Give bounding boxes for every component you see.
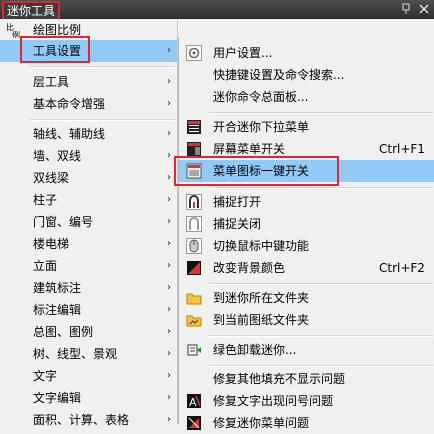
- chevron-right-icon: ›: [167, 326, 171, 337]
- menu-icon-toggle-icon: [186, 163, 202, 179]
- chevron-right-icon: ›: [167, 282, 171, 293]
- menu-item-text-edit[interactable]: 文字编辑 ›: [0, 387, 177, 409]
- uninstall-icon: [186, 342, 202, 358]
- submenu-item-fix-text[interactable]: A 修复文字出现问号问题: [179, 390, 434, 412]
- chevron-right-icon: ›: [167, 392, 171, 403]
- separator: [209, 112, 433, 114]
- chevron-right-icon: ›: [167, 304, 171, 315]
- chevron-right-icon: ›: [167, 172, 171, 183]
- window-title[interactable]: 迷你工具: [2, 1, 61, 21]
- separator: [209, 365, 433, 367]
- chevron-right-icon: ›: [167, 216, 171, 227]
- menu-item-text[interactable]: 文字 ›: [0, 365, 177, 387]
- separator: [209, 335, 433, 337]
- menu-item-walls[interactable]: 墙、双线 ›: [0, 145, 177, 167]
- mouse-icon: [186, 238, 202, 254]
- submenu-item-uninstall[interactable]: 绿色卸载迷你...: [179, 339, 434, 361]
- separator: [30, 119, 175, 121]
- chevron-right-icon: ›: [167, 150, 171, 161]
- menu-item-columns[interactable]: 柱子 ›: [0, 189, 177, 211]
- snap-off-icon: [186, 216, 202, 232]
- menu-item-axis-lines[interactable]: 轴线、辅助线 ›: [0, 123, 177, 145]
- folder-drawing-icon: [186, 312, 202, 328]
- chevron-right-icon: ›: [167, 98, 171, 109]
- menu-item-command-enhance[interactable]: 基本命令增强 ›: [0, 93, 177, 115]
- menu-fix-icon: [186, 415, 202, 431]
- submenu-item-screen-menu[interactable]: 屏幕菜单开关 Ctrl+F1: [179, 138, 434, 160]
- menu-item-trees-landscape[interactable]: 树、线型、景观 ›: [0, 343, 177, 365]
- submenu-item-fix-fill[interactable]: 修复其他填充不显示问题: [179, 368, 434, 390]
- svg-text:例: 例: [12, 30, 20, 38]
- chevron-right-icon: ›: [167, 370, 171, 381]
- submenu-item-mouse-middle[interactable]: 切换鼠标中键功能: [179, 235, 434, 257]
- submenu-item-open-drawing-folder[interactable]: 到当前图纸文件夹: [179, 309, 434, 331]
- chevron-right-icon: ›: [167, 414, 171, 425]
- menu-item-drawing-scale[interactable]: 比例 绘图比例: [0, 19, 177, 41]
- pulldown-menu-icon: [186, 119, 202, 135]
- chevron-right-icon: ›: [167, 128, 171, 139]
- tool-settings-submenu: 用户设置... 快捷键设置及命令搜索... 迷你命令总面板... 开合迷你下拉菜…: [178, 38, 434, 430]
- close-icon[interactable]: [418, 3, 430, 15]
- submenu-item-open-mini-folder[interactable]: 到迷你所在文件夹: [179, 287, 434, 309]
- submenu-item-toggle-pulldown[interactable]: 开合迷你下拉菜单: [179, 116, 434, 138]
- menu-item-layer-tools[interactable]: 层工具 ›: [0, 71, 177, 93]
- submenu-item-snap-on[interactable]: 捕捉打开: [179, 191, 434, 213]
- pin-icon[interactable]: [400, 3, 412, 15]
- submenu-item-snap-off[interactable]: 捕捉关闭: [179, 213, 434, 235]
- chevron-right-icon: ›: [167, 45, 171, 56]
- menu-item-arch-dimension[interactable]: 建筑标注 ›: [0, 277, 177, 299]
- chevron-right-icon: ›: [167, 194, 171, 205]
- menu-item-double-beam[interactable]: 双线梁 ›: [0, 167, 177, 189]
- main-menu: 比例 绘图比例 工具设置 › 层工具 › 基本命令增强 › 轴线、辅助线 › 墙、双线…: [0, 19, 178, 427]
- menu-item-area-table[interactable]: 面积、计算、表格 ›: [0, 409, 177, 431]
- submenu-item-background-color[interactable]: 改变背景颜色 Ctrl+F2: [179, 257, 434, 279]
- separator: [209, 187, 433, 189]
- menu-item-elevation[interactable]: 立面 ›: [0, 255, 177, 277]
- submenu-item-fix-menu[interactable]: 修复迷你菜单问题: [179, 412, 434, 434]
- text-fix-icon: A: [186, 393, 202, 409]
- chevron-right-icon: ›: [167, 260, 171, 271]
- menu-item-tool-settings[interactable]: 工具设置 ›: [0, 40, 177, 62]
- submenu-item-command-panel[interactable]: 迷你命令总面板...: [179, 86, 434, 108]
- svg-text:A: A: [189, 396, 197, 409]
- snap-on-icon: [186, 194, 202, 210]
- gear-icon: [186, 45, 202, 61]
- chevron-right-icon: ›: [167, 76, 171, 87]
- menu-item-site-plan[interactable]: 总图、图例 ›: [0, 321, 177, 343]
- screen-menu-icon: [186, 141, 202, 157]
- submenu-item-user-settings[interactable]: 用户设置...: [179, 42, 434, 64]
- menu-item-dimension-edit[interactable]: 标注编辑 ›: [0, 299, 177, 321]
- submenu-item-menu-icon-toggle[interactable]: 菜单图标一键开关: [179, 160, 434, 182]
- chevron-right-icon: ›: [167, 348, 171, 359]
- separator: [209, 283, 433, 285]
- menu-item-stairs-elevators[interactable]: 楼电梯 ›: [0, 233, 177, 255]
- separator: [30, 66, 175, 68]
- submenu-item-shortcut-settings[interactable]: 快捷键设置及命令搜索...: [179, 64, 434, 86]
- menu-item-doors-windows[interactable]: 门窗、编号 ›: [0, 211, 177, 233]
- background-color-icon: [186, 260, 202, 276]
- scale-icon: 比例: [6, 22, 22, 38]
- folder-icon: [186, 290, 202, 306]
- chevron-right-icon: ›: [167, 238, 171, 249]
- title-bar: 迷你工具: [0, 0, 434, 21]
